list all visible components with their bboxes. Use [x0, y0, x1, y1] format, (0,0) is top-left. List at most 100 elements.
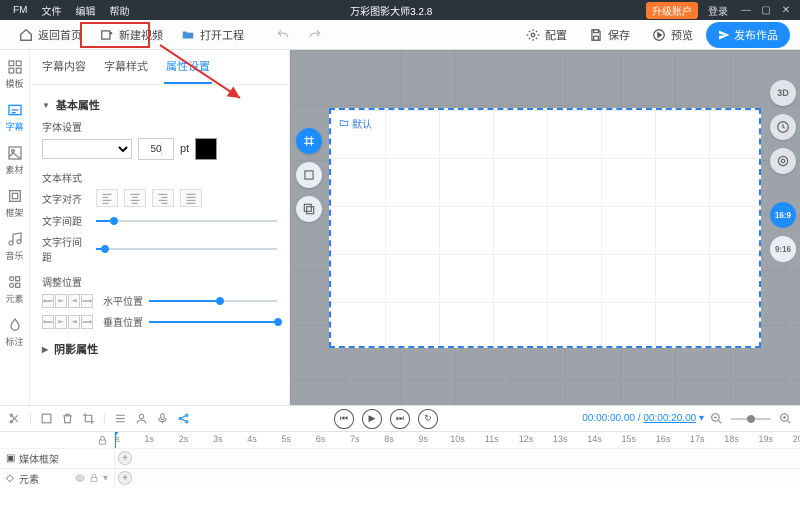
track-lock-icon[interactable]	[89, 473, 99, 483]
track-head-media[interactable]: ▣ 媒体框架	[0, 449, 115, 468]
track-body-element[interactable]: +	[115, 469, 800, 488]
subtab-style[interactable]: 字幕样式	[102, 58, 150, 84]
ratio-9-16-button[interactable]: 9:16	[770, 236, 796, 262]
tool-trash-icon[interactable]	[61, 412, 74, 425]
preview-button[interactable]: 预览	[643, 23, 702, 47]
skip-end-button[interactable]: ⏭	[390, 409, 410, 429]
vpos-snap-buttons[interactable]: ⟸⇤⇥⟹	[42, 315, 93, 329]
skip-start-button[interactable]: ⏮	[334, 409, 354, 429]
tab-template[interactable]: 模板	[1, 56, 29, 93]
time-current: 00:00:00.00	[582, 413, 635, 424]
tab-material[interactable]: 素材	[1, 142, 29, 179]
char-spacing-slider[interactable]	[96, 215, 277, 227]
app-short: FM	[6, 5, 34, 16]
ruler[interactable]: 0s1s2s3s4s5s6s7s8s9s10s11s12s13s14s15s16…	[115, 432, 800, 448]
add-clip-element[interactable]: +	[118, 471, 132, 485]
new-video-button[interactable]: 新建视频	[91, 23, 172, 47]
tool-share-icon[interactable]	[177, 412, 190, 425]
tool-mic-icon[interactable]	[156, 412, 169, 425]
ratio-16-9-button[interactable]: 16:9	[770, 202, 796, 228]
ruler-mark: 5s	[281, 434, 291, 444]
zoom-slider[interactable]	[731, 418, 771, 420]
home-label: 返回首页	[38, 27, 82, 43]
track-body-media[interactable]: +	[115, 449, 800, 468]
subtab-content[interactable]: 字幕内容	[40, 58, 88, 84]
track-chevron-icon[interactable]: ▾	[103, 473, 108, 484]
zoom-out-button[interactable]	[710, 412, 723, 425]
tab-frame[interactable]: 框架	[1, 185, 29, 222]
undo-icon	[276, 28, 290, 42]
lock-icon[interactable]	[97, 435, 108, 446]
vpos-slider[interactable]	[149, 316, 277, 328]
frame-label-text: 默认	[352, 116, 372, 131]
maximize-icon[interactable]: ▢	[758, 5, 774, 16]
hpos-slider[interactable]	[149, 295, 277, 307]
canvas-copy-button[interactable]	[296, 196, 322, 222]
zoom-in-button[interactable]	[779, 412, 792, 425]
canvas-area[interactable]: 默认	[290, 50, 800, 405]
align-center-button[interactable]	[124, 189, 146, 207]
label-font-setting: 字体设置	[42, 119, 277, 134]
menu-edit[interactable]: 编辑	[68, 3, 102, 18]
line-spacing-slider[interactable]	[96, 243, 277, 255]
tool-user-icon[interactable]	[135, 412, 148, 425]
align-justify-button[interactable]	[180, 189, 202, 207]
close-icon[interactable]: ✕	[778, 5, 794, 16]
publish-button[interactable]: 发布作品	[706, 22, 790, 48]
add-clip-media[interactable]: +	[118, 451, 132, 465]
font-color-swatch[interactable]	[195, 138, 217, 160]
frame-label: 默认	[339, 116, 372, 131]
subtab-attrs[interactable]: 属性设置	[164, 58, 212, 84]
vlabel-annot: 标注	[5, 335, 23, 348]
align-justify-icon	[185, 192, 197, 204]
font-family-select[interactable]	[42, 139, 132, 159]
section-shadow[interactable]: ▶阴影属性	[42, 341, 277, 357]
play-button[interactable]: ▶	[362, 409, 382, 429]
align-right-button[interactable]	[152, 189, 174, 207]
text-icon	[7, 102, 23, 118]
font-size-input[interactable]: 50	[138, 138, 174, 160]
tab-element[interactable]: 元素	[1, 271, 29, 308]
canvas-center-button[interactable]	[770, 148, 796, 174]
canvas-3d-button[interactable]: 3D	[770, 80, 796, 106]
target-icon	[776, 154, 790, 168]
tool-crop-icon[interactable]	[82, 412, 95, 425]
loop-button[interactable]: ↻	[418, 409, 438, 429]
redo-button[interactable]	[299, 24, 331, 46]
tool-align-icon[interactable]	[114, 412, 127, 425]
upgrade-button[interactable]: 升级账户	[646, 2, 698, 19]
track-head-element[interactable]: ◇ 元素 ▾	[0, 469, 115, 488]
menu-file[interactable]: 文件	[34, 3, 68, 18]
ruler-mark: 9s	[418, 434, 428, 444]
save-button[interactable]: 保存	[580, 23, 639, 47]
home-button[interactable]: 返回首页	[10, 23, 91, 47]
align-left-button[interactable]	[96, 189, 118, 207]
tool-cut-icon[interactable]	[8, 412, 21, 425]
tab-annot[interactable]: 标注	[1, 314, 29, 351]
undo-button[interactable]	[267, 24, 299, 46]
config-button[interactable]: 配置	[517, 23, 576, 47]
time-duration[interactable]: 00:00:20.00	[643, 413, 696, 424]
eye-icon[interactable]	[75, 473, 85, 483]
section-basic[interactable]: ▼基本属性	[42, 97, 277, 113]
minimize-icon[interactable]: —	[738, 5, 754, 16]
canvas-history-button[interactable]	[770, 114, 796, 140]
tab-music[interactable]: 音乐	[1, 228, 29, 265]
ruler-mark: 17s	[690, 434, 705, 444]
subtitle-frame[interactable]: 默认	[329, 108, 761, 348]
shadow-label: 阴影属性	[54, 341, 98, 357]
open-project-button[interactable]: 打开工程	[172, 23, 253, 47]
hpos-snap-buttons[interactable]: ⟸⇤⇥⟹	[42, 294, 93, 308]
menu-help[interactable]: 帮助	[102, 3, 136, 18]
canvas-grid-toggle[interactable]	[296, 128, 322, 154]
tab-subtitle[interactable]: 字幕	[1, 99, 29, 136]
vlabel-template: 模板	[5, 77, 23, 90]
login-button[interactable]: 登录	[702, 3, 734, 18]
tool-zoomfit-icon[interactable]	[40, 412, 53, 425]
canvas-layers-button[interactable]	[296, 162, 322, 188]
ruler-mark: 2s	[179, 434, 189, 444]
layers-icon	[302, 168, 316, 182]
ruler-mark: 3s	[213, 434, 223, 444]
clock-icon	[776, 120, 790, 134]
ruler-mark: 7s	[350, 434, 360, 444]
